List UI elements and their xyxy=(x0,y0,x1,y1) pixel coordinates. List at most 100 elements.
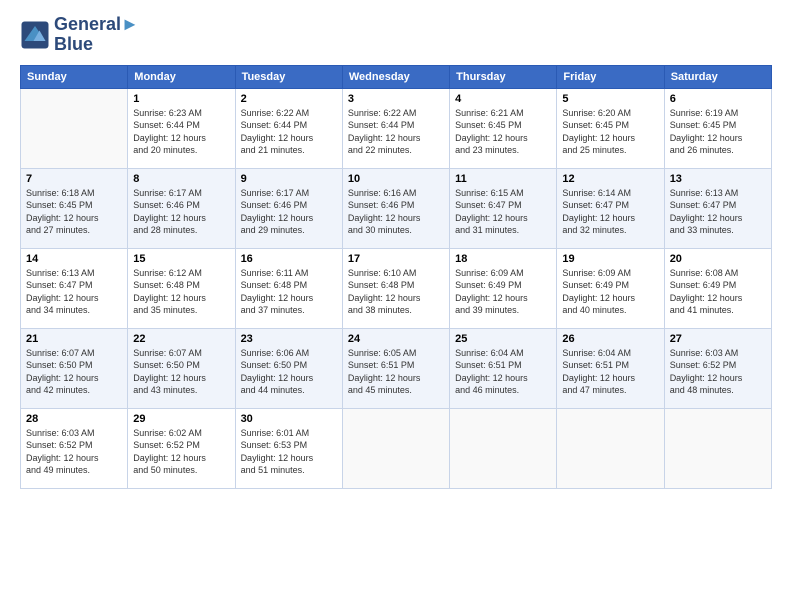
calendar-cell: 23 Sunrise: 6:06 AM Sunset: 6:50 PM Dayli… xyxy=(235,328,342,408)
day-number: 19 xyxy=(562,253,658,265)
cell-content: Sunrise: 6:09 AM Sunset: 6:49 PM Dayligh… xyxy=(562,267,658,317)
week-row-4: 28 Sunrise: 6:03 AM Sunset: 6:52 PM Dayli… xyxy=(21,408,772,488)
day-number: 29 xyxy=(133,413,229,425)
cell-content: Sunrise: 6:09 AM Sunset: 6:49 PM Dayligh… xyxy=(455,267,551,317)
calendar-cell: 28 Sunrise: 6:03 AM Sunset: 6:52 PM Dayli… xyxy=(21,408,128,488)
calendar-cell xyxy=(557,408,664,488)
day-number: 11 xyxy=(455,173,551,185)
cell-content: Sunrise: 6:04 AM Sunset: 6:51 PM Dayligh… xyxy=(455,347,551,397)
day-number: 20 xyxy=(670,253,766,265)
calendar-table: SundayMondayTuesdayWednesdayThursdayFrid… xyxy=(20,65,772,489)
cell-content: Sunrise: 6:17 AM Sunset: 6:46 PM Dayligh… xyxy=(241,187,337,237)
day-number: 4 xyxy=(455,93,551,105)
day-number: 21 xyxy=(26,333,122,345)
cell-content: Sunrise: 6:05 AM Sunset: 6:51 PM Dayligh… xyxy=(348,347,444,397)
day-number: 30 xyxy=(241,413,337,425)
header: General► Blue xyxy=(20,15,772,55)
calendar-cell: 16 Sunrise: 6:11 AM Sunset: 6:48 PM Dayli… xyxy=(235,248,342,328)
header-cell-friday: Friday xyxy=(557,65,664,88)
cell-content: Sunrise: 6:13 AM Sunset: 6:47 PM Dayligh… xyxy=(670,187,766,237)
calendar-cell: 6Sunrise: 6:19 AM Sunset: 6:45 PM Daylig… xyxy=(664,88,771,168)
day-number: 3 xyxy=(348,93,444,105)
day-number: 25 xyxy=(455,333,551,345)
header-row: SundayMondayTuesdayWednesdayThursdayFrid… xyxy=(21,65,772,88)
header-cell-tuesday: Tuesday xyxy=(235,65,342,88)
cell-content: Sunrise: 6:23 AM Sunset: 6:44 PM Dayligh… xyxy=(133,107,229,157)
calendar-cell: 13 Sunrise: 6:13 AM Sunset: 6:47 PM Dayli… xyxy=(664,168,771,248)
calendar-cell: 10 Sunrise: 6:16 AM Sunset: 6:46 PM Dayli… xyxy=(342,168,449,248)
day-number: 8 xyxy=(133,173,229,185)
calendar-cell xyxy=(21,88,128,168)
day-number: 23 xyxy=(241,333,337,345)
day-number: 10 xyxy=(348,173,444,185)
day-number: 28 xyxy=(26,413,122,425)
calendar-cell: 5 Sunrise: 6:20 AM Sunset: 6:45 PM Daylig… xyxy=(557,88,664,168)
header-cell-wednesday: Wednesday xyxy=(342,65,449,88)
calendar-cell: 17Sunrise: 6:10 AM Sunset: 6:48 PM Dayli… xyxy=(342,248,449,328)
cell-content: Sunrise: 6:22 AM Sunset: 6:44 PM Dayligh… xyxy=(241,107,337,157)
calendar-cell: 8 Sunrise: 6:17 AM Sunset: 6:46 PM Daylig… xyxy=(128,168,235,248)
cell-content: Sunrise: 6:14 AM Sunset: 6:47 PM Dayligh… xyxy=(562,187,658,237)
day-number: 18 xyxy=(455,253,551,265)
cell-content: Sunrise: 6:13 AM Sunset: 6:47 PM Dayligh… xyxy=(26,267,122,317)
cell-content: Sunrise: 6:03 AM Sunset: 6:52 PM Dayligh… xyxy=(26,427,122,477)
calendar-cell: 14 Sunrise: 6:13 AM Sunset: 6:47 PM Dayli… xyxy=(21,248,128,328)
calendar-cell: 4Sunrise: 6:21 AM Sunset: 6:45 PM Daylig… xyxy=(450,88,557,168)
day-number: 13 xyxy=(670,173,766,185)
calendar-cell: 19 Sunrise: 6:09 AM Sunset: 6:49 PM Dayli… xyxy=(557,248,664,328)
calendar-cell: 18 Sunrise: 6:09 AM Sunset: 6:49 PM Dayli… xyxy=(450,248,557,328)
cell-content: Sunrise: 6:17 AM Sunset: 6:46 PM Dayligh… xyxy=(133,187,229,237)
calendar-cell: 20 Sunrise: 6:08 AM Sunset: 6:49 PM Dayli… xyxy=(664,248,771,328)
day-number: 12 xyxy=(562,173,658,185)
calendar-cell: 22Sunrise: 6:07 AM Sunset: 6:50 PM Dayli… xyxy=(128,328,235,408)
week-row-1: 7 Sunrise: 6:18 AM Sunset: 6:45 PM Daylig… xyxy=(21,168,772,248)
calendar-cell: 1 Sunrise: 6:23 AM Sunset: 6:44 PM Daylig… xyxy=(128,88,235,168)
cell-content: Sunrise: 6:22 AM Sunset: 6:44 PM Dayligh… xyxy=(348,107,444,157)
header-cell-monday: Monday xyxy=(128,65,235,88)
day-number: 2 xyxy=(241,93,337,105)
day-number: 5 xyxy=(562,93,658,105)
cell-content: Sunrise: 6:12 AM Sunset: 6:48 PM Dayligh… xyxy=(133,267,229,317)
header-cell-saturday: Saturday xyxy=(664,65,771,88)
calendar-cell: 9 Sunrise: 6:17 AM Sunset: 6:46 PM Daylig… xyxy=(235,168,342,248)
calendar-cell xyxy=(664,408,771,488)
day-number: 24 xyxy=(348,333,444,345)
calendar-cell: 30 Sunrise: 6:01 AM Sunset: 6:53 PM Dayli… xyxy=(235,408,342,488)
logo-icon xyxy=(20,20,50,50)
week-row-3: 21 Sunrise: 6:07 AM Sunset: 6:50 PM Dayli… xyxy=(21,328,772,408)
cell-content: Sunrise: 6:11 AM Sunset: 6:48 PM Dayligh… xyxy=(241,267,337,317)
day-number: 1 xyxy=(133,93,229,105)
day-number: 26 xyxy=(562,333,658,345)
week-row-0: 1 Sunrise: 6:23 AM Sunset: 6:44 PM Daylig… xyxy=(21,88,772,168)
day-number: 6 xyxy=(670,93,766,105)
cell-content: Sunrise: 6:01 AM Sunset: 6:53 PM Dayligh… xyxy=(241,427,337,477)
cell-content: Sunrise: 6:06 AM Sunset: 6:50 PM Dayligh… xyxy=(241,347,337,397)
cell-content: Sunrise: 6:08 AM Sunset: 6:49 PM Dayligh… xyxy=(670,267,766,317)
calendar-cell: 12 Sunrise: 6:14 AM Sunset: 6:47 PM Dayli… xyxy=(557,168,664,248)
cell-content: Sunrise: 6:04 AM Sunset: 6:51 PM Dayligh… xyxy=(562,347,658,397)
calendar-cell: 25 Sunrise: 6:04 AM Sunset: 6:51 PM Dayli… xyxy=(450,328,557,408)
logo-text: General► Blue xyxy=(54,15,139,55)
day-number: 15 xyxy=(133,253,229,265)
cell-content: Sunrise: 6:16 AM Sunset: 6:46 PM Dayligh… xyxy=(348,187,444,237)
day-number: 14 xyxy=(26,253,122,265)
calendar-cell xyxy=(450,408,557,488)
calendar-cell: 11 Sunrise: 6:15 AM Sunset: 6:47 PM Dayli… xyxy=(450,168,557,248)
calendar-cell: 27 Sunrise: 6:03 AM Sunset: 6:52 PM Dayli… xyxy=(664,328,771,408)
calendar-cell: 3 Sunrise: 6:22 AM Sunset: 6:44 PM Daylig… xyxy=(342,88,449,168)
calendar-cell: 2 Sunrise: 6:22 AM Sunset: 6:44 PM Daylig… xyxy=(235,88,342,168)
day-number: 7 xyxy=(26,173,122,185)
calendar-cell: 15 Sunrise: 6:12 AM Sunset: 6:48 PM Dayli… xyxy=(128,248,235,328)
cell-content: Sunrise: 6:07 AM Sunset: 6:50 PM Dayligh… xyxy=(26,347,122,397)
calendar-cell: 7 Sunrise: 6:18 AM Sunset: 6:45 PM Daylig… xyxy=(21,168,128,248)
day-number: 17 xyxy=(348,253,444,265)
week-row-2: 14 Sunrise: 6:13 AM Sunset: 6:47 PM Dayli… xyxy=(21,248,772,328)
cell-content: Sunrise: 6:03 AM Sunset: 6:52 PM Dayligh… xyxy=(670,347,766,397)
logo: General► Blue xyxy=(20,15,139,55)
day-number: 9 xyxy=(241,173,337,185)
cell-content: Sunrise: 6:15 AM Sunset: 6:47 PM Dayligh… xyxy=(455,187,551,237)
day-number: 27 xyxy=(670,333,766,345)
cell-content: Sunrise: 6:20 AM Sunset: 6:45 PM Dayligh… xyxy=(562,107,658,157)
day-number: 16 xyxy=(241,253,337,265)
cell-content: Sunrise: 6:18 AM Sunset: 6:45 PM Dayligh… xyxy=(26,187,122,237)
